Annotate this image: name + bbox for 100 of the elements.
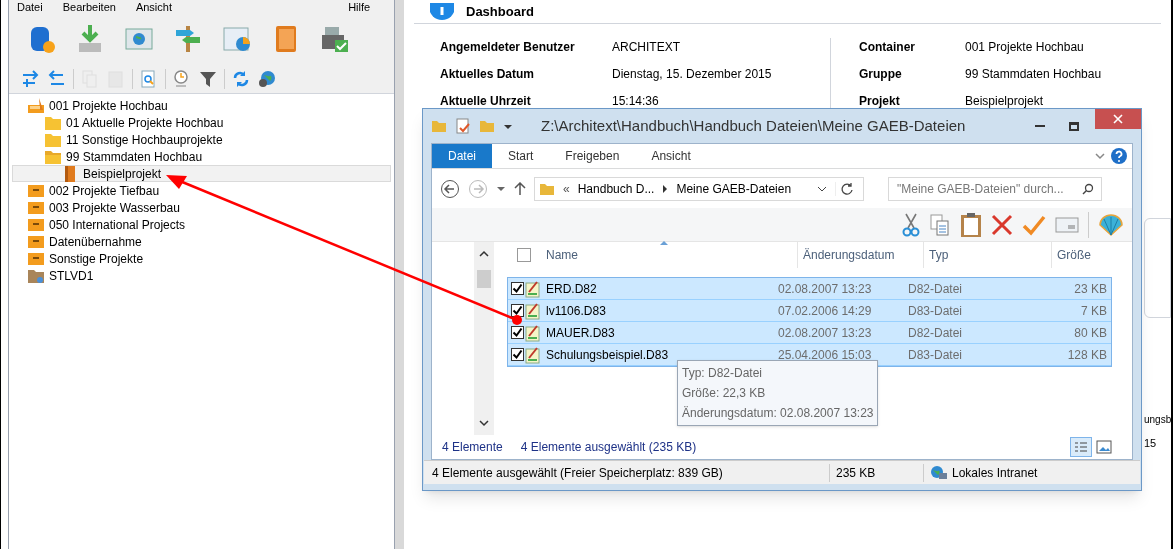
cell-text: 15 <box>1144 436 1158 451</box>
field-value: 001 Projekte Hochbau <box>965 39 1085 56</box>
status-text: 235 KB <box>829 463 923 482</box>
checkbox[interactable] <box>511 282 524 295</box>
tree-item[interactable]: 99 Stammdaten Hochbau <box>12 148 392 165</box>
item-count: 4 Elemente <box>442 439 503 456</box>
drawer-icon <box>27 182 45 199</box>
file-row[interactable]: ERD.D82 02.08.2007 13:23 D82-Datei 23 KB <box>508 278 1111 300</box>
menu-item[interactable]: Hilfe <box>348 0 371 16</box>
file-size: 23 KB <box>1073 280 1108 298</box>
folder-icon <box>44 148 62 165</box>
chevron-right-icon <box>662 184 669 193</box>
file-name: ERD.D82 <box>545 280 598 298</box>
selection-count: 4 Elemente ausgewählt (235 KB) <box>520 439 697 456</box>
globe-icon[interactable] <box>257 68 277 89</box>
address-bar[interactable]: « Handbuch D... Meine GAEB-Dateien <box>534 176 864 201</box>
field-value: Dienstag, 15. Dezember 2015 <box>612 66 773 83</box>
dashboard-title: Dashboard <box>466 2 534 21</box>
file-date: 02.08.2007 13:23 <box>778 324 873 342</box>
file-row[interactable]: MAUER.D83 02.08.2007 13:23 D82-Datei 80 KB <box>508 322 1111 344</box>
breadcrumb-item[interactable]: Meine GAEB-Dateien <box>676 179 792 198</box>
tree-item[interactable]: 001 Projekte Hochbau <box>12 97 392 114</box>
breadcrumb-item[interactable]: Handbuch D... <box>577 179 655 198</box>
scissors-icon[interactable] <box>902 212 920 237</box>
tree-item[interactable]: Sonstige Projekte <box>12 250 392 267</box>
tree-item[interactable]: 01 Aktuelle Projekte Hochbau <box>12 114 392 131</box>
file-date: 07.02.2006 14:29 <box>778 302 873 320</box>
checkmark-icon[interactable] <box>1022 213 1046 236</box>
menu-item[interactable]: Ansicht <box>135 0 172 16</box>
field-value: ARCHITEXT <box>612 39 681 56</box>
column-header[interactable]: Typ <box>923 242 1051 268</box>
menu-item[interactable]: Bearbeiten <box>62 0 116 16</box>
indent-icon[interactable] <box>21 68 41 89</box>
list-icon <box>1074 441 1088 453</box>
field-label: Aktuelles Datum <box>440 66 536 83</box>
info-icon <box>430 2 454 21</box>
scrollbar-thumb[interactable] <box>477 269 491 288</box>
drawer-icon <box>27 233 45 250</box>
tree-item[interactable]: 050 International Projects <box>12 216 392 233</box>
tree-item[interactable]: 002 Projekte Tiefbau <box>12 182 392 199</box>
ribbon-tab[interactable]: Freigeben <box>549 144 636 168</box>
back-icon[interactable] <box>440 178 460 199</box>
folder-icon <box>479 118 495 134</box>
open-drawer-icon <box>27 97 45 114</box>
column-header[interactable]: Name <box>541 242 797 268</box>
file-name: MAUER.D83 <box>545 324 616 342</box>
copy-icon[interactable] <box>929 212 951 237</box>
field-value: 15:14:36 <box>612 93 660 110</box>
drawer-icon <box>27 199 45 216</box>
tree-item[interactable]: Beispielprojekt <box>12 165 392 182</box>
tree-item[interactable]: STLVD1 <box>12 267 392 284</box>
file-size: 7 KB <box>1080 302 1108 320</box>
file-name: Schulungsbeispiel.D83 <box>545 346 670 364</box>
status-text: 4 Elemente ausgewählt (Freier Speicherplatz: 839 GB) <box>431 464 724 482</box>
document-icon <box>455 118 471 134</box>
status-text: Lokales Intranet <box>952 464 1038 482</box>
close-button[interactable] <box>1095 109 1141 129</box>
column-header[interactable]: Änderungsdatum <box>797 242 923 268</box>
checkbox[interactable] <box>511 326 524 339</box>
field-label: Container <box>859 39 916 56</box>
delete-icon[interactable] <box>991 213 1013 236</box>
up-arrow-icon[interactable] <box>514 181 526 196</box>
checkbox[interactable] <box>517 248 531 262</box>
tooltip: Typ: D82-Datei Größe: 22,3 KB Änderungsdatum: 02.08.2007 13:23 <box>677 360 879 426</box>
folder-icon <box>44 114 62 131</box>
scroll-down-icon[interactable] <box>479 419 489 427</box>
file-icon <box>524 301 542 320</box>
drawer-icon <box>27 250 45 267</box>
clipboard-icon[interactable] <box>960 211 982 238</box>
details-view-button[interactable] <box>1070 437 1092 457</box>
tree-item[interactable]: Datenübernahme <box>12 233 392 250</box>
tree-item[interactable]: 003 Projekte Wasserbau <box>12 199 392 216</box>
file-icon <box>524 323 542 342</box>
file-date: 02.08.2007 13:23 <box>778 280 873 298</box>
file-type: D83-Datei <box>907 302 964 320</box>
column-header[interactable]: Größe <box>1051 242 1131 268</box>
image-view-icon[interactable] <box>1096 440 1112 454</box>
chevron-down-icon[interactable] <box>817 184 827 193</box>
overflow-chevron[interactable]: « <box>563 179 570 198</box>
card-icon[interactable] <box>1055 215 1079 234</box>
file-size: 128 KB <box>1066 346 1108 364</box>
file-size: 80 KB <box>1073 324 1108 342</box>
checkbox[interactable] <box>511 348 524 361</box>
scroll-up-icon[interactable] <box>479 250 489 258</box>
file-row[interactable]: Schulungsbeispiel.D83 25.04.2006 15:03 D83-Datei 128 KB <box>508 344 1111 366</box>
folder-icon <box>44 131 62 148</box>
tree-item[interactable]: 11 Sonstige Hochbauprojekte <box>12 131 392 148</box>
file-row[interactable]: lv1106.D83 07.02.2006 14:29 D83-Datei 7 KB <box>508 300 1111 322</box>
ribbon-tab[interactable]: Start <box>492 144 550 168</box>
ribbon-tab[interactable]: Ansicht <box>635 144 707 168</box>
file-type: D83-Datei <box>907 346 964 364</box>
field-label: Projekt <box>859 93 901 110</box>
search-field[interactable]: "Meine GAEB-Dateien" durch... <box>888 176 1102 201</box>
file-icon <box>524 279 542 298</box>
search-icon <box>1082 182 1094 195</box>
ribbon-tab[interactable]: Datei <box>432 144 492 168</box>
shell-icon[interactable] <box>1098 212 1124 237</box>
field-value: 99 Stammdaten Hochbau <box>965 66 1103 83</box>
menu-item[interactable]: Datei <box>17 0 43 16</box>
folder-icon <box>431 118 447 134</box>
